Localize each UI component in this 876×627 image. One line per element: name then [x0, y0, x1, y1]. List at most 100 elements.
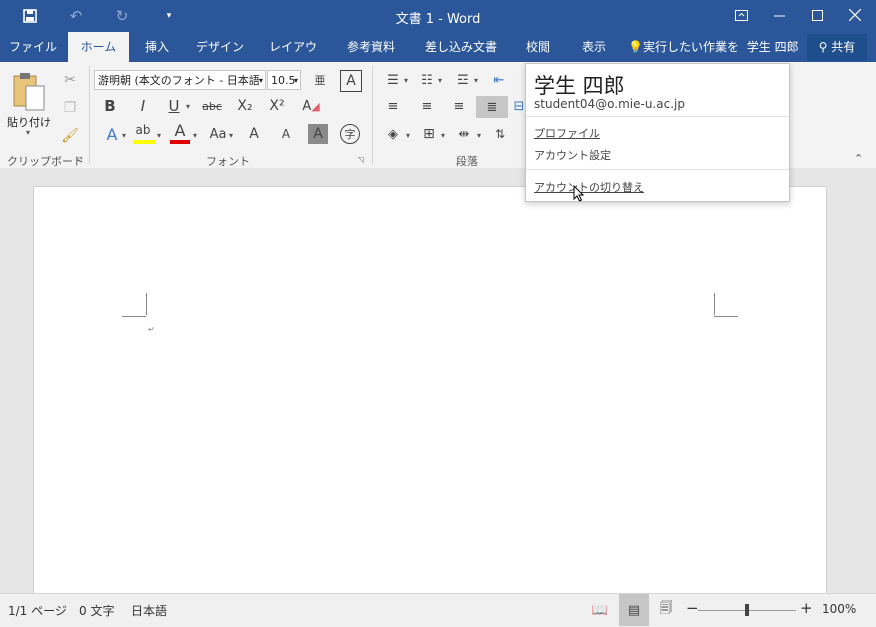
text-effects-button[interactable]: A	[102, 124, 122, 144]
chevron-down-icon[interactable]: ▾	[157, 131, 161, 140]
account-settings-link[interactable]: アカウント設定	[534, 147, 611, 163]
web-layout-icon[interactable]: 🗐	[656, 600, 676, 620]
bold-button[interactable]: B	[100, 96, 120, 116]
chevron-down-icon[interactable]: ▾	[122, 131, 126, 140]
crop-mark	[714, 316, 738, 317]
chevron-down-icon[interactable]: ▾	[404, 76, 408, 85]
format-painter-icon[interactable]: 🖌	[60, 126, 80, 146]
tab-file[interactable]: ファイル	[8, 32, 58, 62]
divider	[89, 66, 90, 164]
copy-icon[interactable]: ❐	[60, 98, 80, 118]
font-group-label: フォント	[206, 155, 250, 168]
sort-icon[interactable]: ⇅	[490, 124, 510, 144]
tab-design[interactable]: デザイン	[194, 32, 246, 62]
maximize-icon[interactable]	[798, 0, 836, 30]
font-size-select[interactable]: 10.5 ▾	[267, 70, 301, 90]
superscript-button[interactable]: X²	[266, 96, 288, 116]
character-shading-button[interactable]: A	[308, 124, 328, 144]
paragraph-group-label: 段落	[456, 155, 478, 168]
character-spacing-icon[interactable]: ⇹	[452, 124, 476, 144]
chevron-down-icon[interactable]: ▾	[193, 131, 197, 140]
clipboard-group-label: クリップボード	[7, 155, 84, 168]
print-layout-icon[interactable]: ▤	[619, 594, 649, 626]
tab-references[interactable]: 参考資料	[340, 32, 402, 62]
font-size-value: 10.5	[271, 74, 296, 87]
chevron-down-icon[interactable]: ▾	[229, 131, 233, 140]
numbering-icon[interactable]: ☷	[416, 70, 438, 90]
font-name-value: 游明朝 (本文のフォント - 日本語	[98, 74, 260, 87]
subscript-button[interactable]: X₂	[234, 96, 256, 116]
zoom-in-icon[interactable]: +	[800, 599, 813, 617]
chevron-down-icon[interactable]: ▾	[474, 76, 478, 85]
italic-button[interactable]: I	[133, 96, 153, 116]
tab-review[interactable]: 校閲	[518, 32, 558, 62]
zoom-out-icon[interactable]: −	[686, 599, 699, 617]
paste-dropdown-icon[interactable]: ▾	[26, 128, 30, 137]
switch-account-link[interactable]: アカウントの切り替え	[534, 179, 644, 195]
character-border-icon[interactable]: A	[340, 70, 362, 92]
divider	[526, 116, 789, 117]
word-count[interactable]: 0 文字	[79, 602, 114, 619]
chevron-down-icon[interactable]: ▾	[441, 131, 445, 140]
shrink-font-button[interactable]: A	[276, 124, 296, 144]
close-icon[interactable]	[836, 0, 874, 30]
strikethrough-button[interactable]: abc	[200, 96, 224, 116]
chevron-down-icon[interactable]: ▾	[438, 76, 442, 85]
tell-me-box[interactable]: 💡実行したい作業を 学生 四郎	[628, 32, 799, 62]
tab-view[interactable]: 表示	[574, 32, 614, 62]
tab-layout[interactable]: レイアウト	[264, 32, 322, 84]
share-label: 共有	[831, 40, 856, 54]
tab-insert[interactable]: 挿入	[138, 32, 176, 62]
title-bar: ↶ ↻ ▾ 文書 1 - Word	[0, 0, 876, 32]
bullets-icon[interactable]: ☰	[382, 70, 404, 90]
crop-mark	[122, 316, 146, 317]
chevron-down-icon[interactable]: ▾	[477, 131, 481, 140]
lightbulb-icon: 💡	[628, 40, 643, 54]
cut-icon[interactable]: ✂	[60, 70, 80, 90]
grow-font-button[interactable]: A	[244, 124, 264, 144]
document-page[interactable]: ↵	[33, 186, 827, 595]
shading-icon[interactable]: ◈	[382, 124, 404, 144]
font-color-swatch	[170, 140, 190, 144]
borders-icon[interactable]: ⊞	[418, 124, 440, 144]
tab-mailings[interactable]: 差し込み文書	[420, 32, 502, 62]
align-right-icon[interactable]: ≡	[448, 96, 470, 116]
font-launcher-icon[interactable]: ◹	[358, 155, 364, 164]
divider	[372, 66, 373, 164]
profile-link[interactable]: プロファイル	[534, 125, 600, 141]
zoom-slider-thumb[interactable]	[745, 604, 749, 616]
font-color-button[interactable]: A	[170, 121, 190, 140]
share-button[interactable]: ⚲ 共有	[807, 34, 867, 61]
enclose-characters-button[interactable]: 字	[340, 124, 360, 144]
phonetic-guide-icon[interactable]: 亜	[310, 70, 330, 90]
distributed-icon[interactable]: ⊟	[514, 96, 525, 116]
page-count[interactable]: 1/1 ページ	[8, 602, 67, 619]
account-popup-name: 学生 四郎	[534, 74, 625, 98]
underline-button[interactable]: U	[164, 96, 184, 116]
read-mode-icon[interactable]: 📖	[590, 600, 610, 620]
clear-formatting-icon[interactable]: A ◢	[300, 96, 322, 116]
tab-home[interactable]: ホーム	[68, 32, 129, 62]
chevron-down-icon: ▾	[293, 76, 298, 85]
multilevel-list-icon[interactable]: ☲	[452, 70, 474, 90]
paste-button[interactable]	[8, 70, 52, 120]
person-add-icon: ⚲	[818, 40, 828, 54]
collapse-ribbon-icon[interactable]: ⌃	[854, 152, 863, 165]
decrease-indent-icon[interactable]: ⇤	[488, 70, 510, 90]
change-case-button[interactable]: Aa	[206, 124, 230, 144]
font-name-select[interactable]: 游明朝 (本文のフォント - 日本語 ▾	[94, 70, 266, 90]
zoom-level[interactable]: 100%	[822, 602, 856, 616]
status-bar: 1/1 ページ 0 文字 日本語 📖 ▤ 🗐 − + 100%	[0, 593, 876, 627]
minimize-icon[interactable]	[760, 0, 798, 30]
language[interactable]: 日本語	[131, 602, 167, 619]
justify-icon[interactable]: ≣	[476, 96, 508, 118]
align-center-icon[interactable]: ≡	[416, 96, 438, 116]
align-left-icon[interactable]: ≡	[382, 96, 404, 116]
clipboard-launcher-icon[interactable]: ◹	[76, 155, 82, 164]
highlight-button[interactable]: ab	[132, 122, 154, 138]
account-popup-email: student04@o.mie-u.ac.jp	[534, 97, 685, 111]
account-name[interactable]: 学生 四郎	[747, 40, 799, 54]
ribbon-display-icon[interactable]	[722, 0, 760, 30]
chevron-down-icon[interactable]: ▾	[406, 131, 410, 140]
chevron-down-icon[interactable]: ▾	[186, 102, 190, 111]
